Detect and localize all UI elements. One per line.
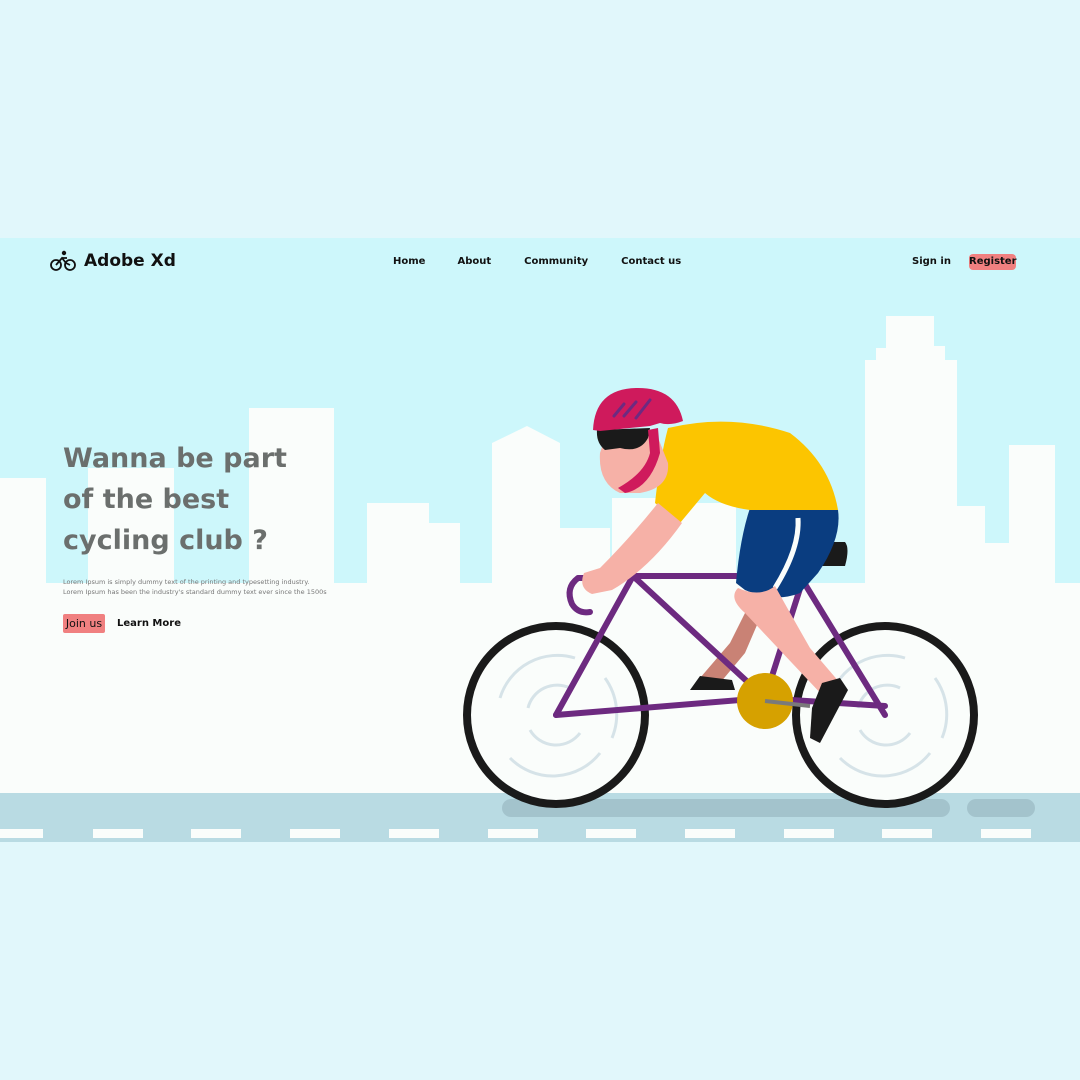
join-us-button[interactable]: Join us — [63, 614, 105, 633]
top-navigation-bar: Adobe Xd Home About Community Contact us… — [0, 238, 1080, 288]
sign-in-link[interactable]: Sign in — [912, 256, 951, 267]
hero-description: Lorem Ipsum is simply dummy text of the … — [63, 577, 383, 597]
nav-about[interactable]: About — [457, 256, 491, 267]
hero-title-line: of the best — [63, 484, 230, 515]
register-button[interactable]: Register — [969, 254, 1017, 270]
cyclist-logo-icon — [50, 250, 76, 271]
brand-logo[interactable]: Adobe Xd — [50, 250, 176, 272]
nav-home[interactable]: Home — [393, 256, 425, 267]
hero-description-line: Lorem Ipsum has been the industry's stan… — [63, 588, 327, 596]
hero-title: Wanna be part of the best cycling club ? — [63, 438, 363, 561]
landing-page-frame: Adobe Xd Home About Community Contact us… — [0, 238, 1080, 842]
learn-more-link[interactable]: Learn More — [117, 618, 181, 629]
hero-title-line: Wanna be part — [63, 443, 287, 474]
shadow-dash — [967, 799, 1035, 817]
nav-contact-us[interactable]: Contact us — [621, 256, 681, 267]
helmet-icon — [593, 388, 683, 431]
main-nav: Home About Community Contact us — [393, 256, 681, 267]
hero-description-line: Lorem Ipsum is simply dummy text of the … — [63, 578, 310, 586]
brand-name: Adobe Xd — [84, 251, 176, 271]
nav-community[interactable]: Community — [524, 256, 588, 267]
hero-title-line: cycling club ? — [63, 525, 268, 556]
rider-jersey — [655, 421, 838, 523]
